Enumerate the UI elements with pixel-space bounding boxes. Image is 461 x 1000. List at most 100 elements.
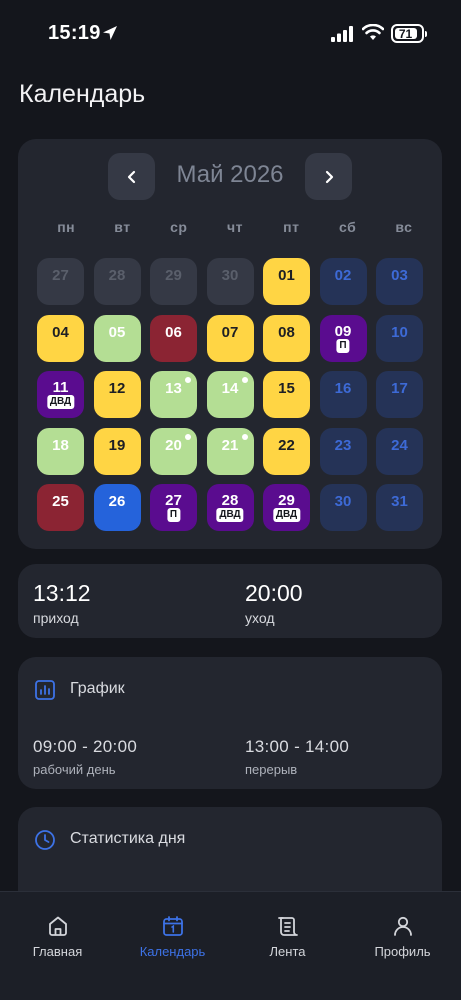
- calendar-day[interactable]: 20: [150, 427, 197, 475]
- day-tag-badge: ДВД: [216, 508, 244, 522]
- calendar-grid: 27 28 29 30 01 02 03 04 05 06 07 08 09 П 10 11 ДВД 12 13 14…: [37, 258, 423, 531]
- home-icon: [48, 916, 67, 936]
- calendar-day[interactable]: 29 ДВД: [263, 484, 310, 531]
- calendar-day[interactable]: 10: [376, 314, 423, 362]
- calendar-day[interactable]: 29: [150, 258, 197, 305]
- bottom-tab-bar: Главная Календарь Лента Профиль: [0, 891, 461, 1000]
- day-number: 17: [391, 380, 408, 397]
- schedule-title: График: [70, 680, 125, 697]
- next-month-button[interactable]: [305, 153, 352, 200]
- weekday-label: пн: [57, 219, 76, 235]
- month-navigation: Май 2026: [18, 153, 442, 201]
- day-number: 25: [52, 493, 69, 510]
- day-number: 24: [391, 436, 408, 454]
- calendar-day[interactable]: 15: [263, 371, 310, 418]
- day-number: 18: [52, 436, 69, 454]
- calendar-day[interactable]: 27: [37, 258, 84, 305]
- break-hours-label: перерыв: [245, 762, 298, 777]
- tab-feed[interactable]: Лента: [230, 892, 345, 972]
- schedule-card: График 09:00 - 20:00 рабочий день 13:00 …: [18, 657, 442, 789]
- day-number: 31: [391, 493, 408, 510]
- day-number: 26: [108, 493, 126, 510]
- day-number: 30: [221, 267, 239, 284]
- calendar-day[interactable]: 08: [263, 314, 310, 362]
- weekday-label: пт: [283, 219, 300, 235]
- feed-icon: [277, 917, 298, 936]
- calendar-day[interactable]: 28: [93, 258, 141, 305]
- calendar-day[interactable]: 07: [206, 314, 254, 362]
- tab-calendar[interactable]: Календарь: [115, 892, 230, 972]
- chevron-left-icon: [127, 170, 135, 183]
- calendar-day[interactable]: 11 ДВД: [37, 371, 84, 418]
- tab-home[interactable]: Главная: [0, 892, 115, 972]
- previous-month-button[interactable]: [108, 153, 155, 200]
- calendar-day[interactable]: 19: [93, 427, 141, 475]
- calendar-day[interactable]: 21: [206, 427, 254, 475]
- arrival-time: 13:12: [33, 580, 91, 606]
- calendar-day[interactable]: 27 П: [150, 484, 197, 531]
- calendar-day[interactable]: 16: [319, 371, 367, 418]
- clock-icon: [35, 830, 55, 850]
- day-tag-badge: П: [336, 338, 350, 353]
- tab-feed-label: Лента: [269, 944, 306, 959]
- calendar-day[interactable]: 30: [319, 484, 367, 531]
- day-tag-badge: ДВД: [272, 508, 301, 522]
- calendar-icon: [162, 916, 183, 936]
- day-tag-badge: ДВД: [46, 395, 75, 409]
- day-number: 01: [278, 267, 295, 284]
- calendar-day[interactable]: 18: [37, 427, 84, 475]
- day-number: 11: [52, 379, 69, 396]
- day-indicator-dot: [241, 377, 248, 383]
- calendar-day[interactable]: 13: [150, 371, 197, 418]
- work-hours: 09:00 - 20:00: [33, 737, 138, 756]
- arrival-label: приход: [33, 610, 79, 626]
- weekday-label: ср: [170, 219, 188, 235]
- calendar-day[interactable]: 09 П: [319, 314, 367, 362]
- cellular-signal-icon: [331, 26, 353, 42]
- day-number: 27: [165, 492, 182, 509]
- day-number: 08: [278, 323, 295, 341]
- calendar-day[interactable]: 05: [93, 314, 141, 362]
- day-indicator-dot: [185, 377, 191, 383]
- day-number: 22: [278, 436, 295, 454]
- calendar-day[interactable]: 17: [376, 371, 423, 418]
- calendar-day[interactable]: 24: [376, 427, 423, 475]
- page-title: Календарь: [19, 80, 146, 108]
- profile-icon: [393, 916, 412, 936]
- day-number: 28: [221, 492, 239, 509]
- weekday-label: чт: [227, 219, 244, 235]
- calendar-day[interactable]: 30: [206, 258, 254, 305]
- calendar-day[interactable]: 28 ДВД: [206, 484, 254, 531]
- weekday-label: вс: [395, 219, 413, 235]
- weekday-header: пн вт ср чт пт сб вс: [38, 219, 428, 235]
- day-number: 06: [165, 323, 182, 341]
- battery-icon: 71: [391, 24, 427, 43]
- calendar-day[interactable]: 12: [93, 371, 141, 418]
- day-number: 27: [52, 267, 69, 284]
- calendar-day[interactable]: 22: [263, 427, 310, 475]
- day-number: 19: [108, 436, 126, 454]
- day-number: 10: [391, 323, 408, 341]
- day-number: 03: [391, 267, 408, 284]
- month-label: Май 2026: [176, 161, 284, 188]
- calendar-day[interactable]: 03: [376, 258, 423, 305]
- day-indicator-dot: [185, 433, 191, 440]
- day-tag-badge: П: [166, 508, 181, 522]
- calendar-day[interactable]: 31: [376, 484, 423, 531]
- day-number: 09: [334, 322, 352, 340]
- calendar-day[interactable]: 14: [206, 371, 254, 418]
- day-number: 28: [108, 267, 126, 284]
- day-number: 30: [334, 493, 352, 510]
- calendar-day[interactable]: 26: [93, 484, 141, 531]
- calendar-day[interactable]: 04: [37, 314, 84, 362]
- day-stats-title: Статистика дня: [70, 830, 186, 847]
- calendar-day[interactable]: 06: [150, 314, 197, 362]
- day-number: 16: [334, 380, 352, 397]
- calendar-day[interactable]: 23: [319, 427, 367, 475]
- calendar-day[interactable]: 01: [263, 258, 310, 305]
- calendar-day[interactable]: 02: [319, 258, 367, 305]
- calendar-day[interactable]: 25: [37, 484, 84, 531]
- day-number: 12: [108, 380, 126, 397]
- tab-profile[interactable]: Профиль: [345, 892, 460, 972]
- day-number: 07: [221, 323, 239, 341]
